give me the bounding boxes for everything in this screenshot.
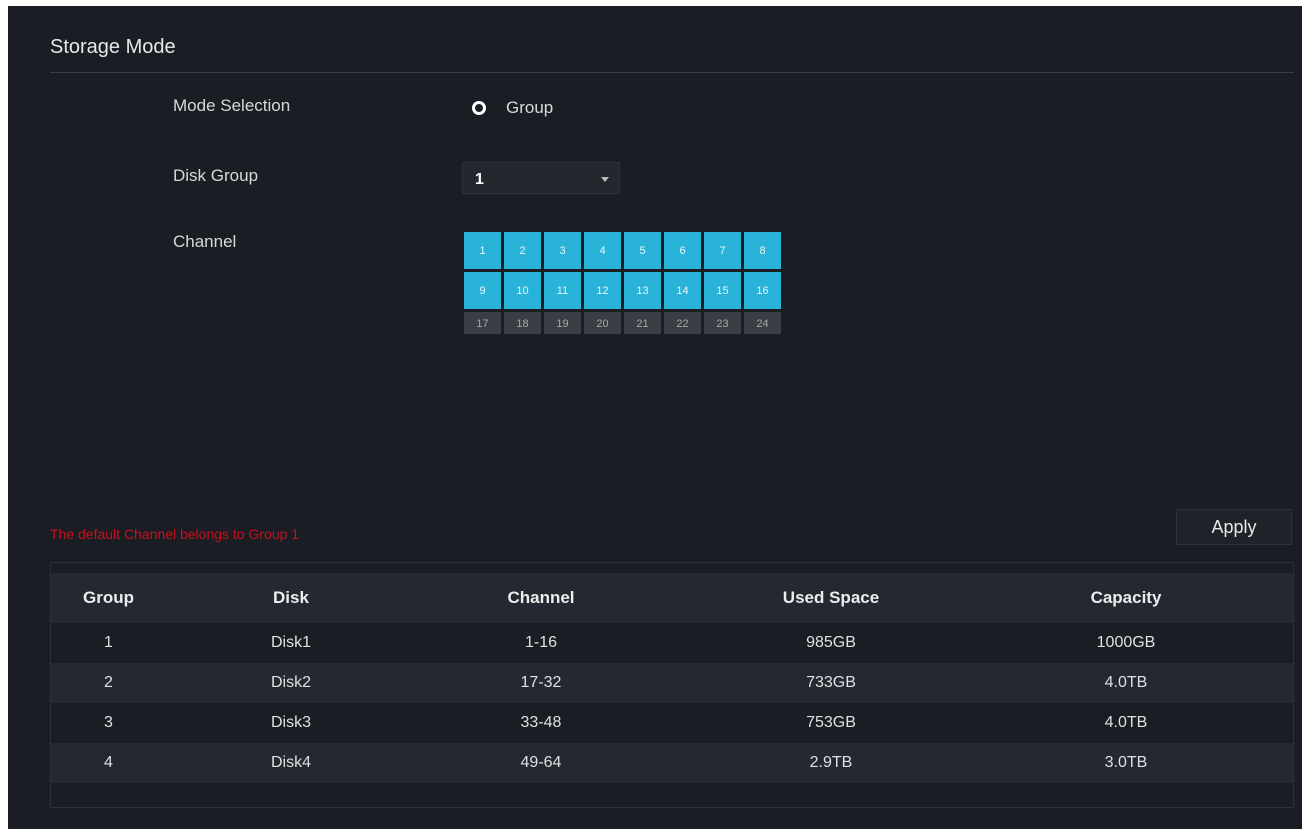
channel-cell-9[interactable]: 9 xyxy=(464,272,501,309)
channel-cell-10[interactable]: 10 xyxy=(504,272,541,309)
apply-button[interactable]: Apply xyxy=(1176,509,1292,545)
disk-group-value: 1 xyxy=(475,171,484,188)
channel-cell-8[interactable]: 8 xyxy=(744,232,781,269)
cell-disk: Disk3 xyxy=(270,714,311,731)
channel-label: Channel xyxy=(173,232,237,251)
cell-disk: Disk4 xyxy=(270,754,311,771)
channel-cell-17[interactable]: 17 xyxy=(464,312,501,334)
table-row[interactable]: 1 Disk1 1-16 985GB 1000GB xyxy=(51,623,1293,663)
channel-cell-13[interactable]: 13 xyxy=(624,272,661,309)
channel-cell-5[interactable]: 5 xyxy=(624,232,661,269)
group-radio-button[interactable] xyxy=(472,101,486,115)
disk-group-label: Disk Group xyxy=(173,166,259,185)
cell-channel: 1-16 xyxy=(524,634,558,651)
channel-cell-1[interactable]: 1 xyxy=(464,232,501,269)
cell-disk: Disk1 xyxy=(270,634,311,651)
cell-used-space: 753GB xyxy=(806,714,856,731)
channel-cell-23[interactable]: 23 xyxy=(704,312,741,334)
channel-cell-21[interactable]: 21 xyxy=(624,312,661,334)
cell-capacity: 4.0TB xyxy=(1104,674,1148,691)
group-radio-label: Group xyxy=(506,98,554,117)
header-channel: Channel xyxy=(507,588,575,607)
disk-group-select[interactable]: 1 xyxy=(462,162,620,194)
channel-cell-15[interactable]: 15 xyxy=(704,272,741,309)
header-group: Group xyxy=(83,588,134,607)
channel-grid-viewport[interactable]: 1 2 3 4 5 6 7 8 9 10 11 12 13 14 15 16 17 18 19 20 21 22 23 24 xyxy=(464,232,788,334)
cell-channel: 33-48 xyxy=(520,714,562,731)
default-channel-note: The default Channel belongs to Group 1 xyxy=(50,526,300,542)
chevron-down-icon xyxy=(601,177,609,182)
channel-grid: 1 2 3 4 5 6 7 8 9 10 11 12 13 14 15 16 17 18 19 20 21 22 23 24 xyxy=(464,232,788,334)
cell-channel: 17-32 xyxy=(520,674,562,691)
channel-cell-11[interactable]: 11 xyxy=(544,272,581,309)
channel-cell-3[interactable]: 3 xyxy=(544,232,581,269)
cell-disk: Disk2 xyxy=(270,674,311,691)
cell-capacity: 3.0TB xyxy=(1104,754,1148,771)
channel-cell-2[interactable]: 2 xyxy=(504,232,541,269)
cell-used-space: 2.9TB xyxy=(809,754,853,771)
table-row[interactable]: 4 Disk4 49-64 2.9TB 3.0TB xyxy=(51,743,1293,783)
header-capacity: Capacity xyxy=(1090,588,1162,607)
title-divider xyxy=(50,72,1294,73)
channel-cell-20[interactable]: 20 xyxy=(584,312,621,334)
channel-cell-14[interactable]: 14 xyxy=(664,272,701,309)
channel-cell-19[interactable]: 19 xyxy=(544,312,581,334)
mode-selection-label: Mode Selection xyxy=(173,96,291,115)
cell-group: 2 xyxy=(104,674,113,691)
cell-group: 1 xyxy=(104,634,113,651)
channel-cell-24[interactable]: 24 xyxy=(744,312,781,334)
page-title: Storage Mode xyxy=(50,36,176,58)
cell-group: 4 xyxy=(104,754,113,771)
group-radio-option[interactable]: Group xyxy=(472,98,553,118)
table-row[interactable]: 2 Disk2 17-32 733GB 4.0TB xyxy=(51,663,1293,703)
header-disk: Disk xyxy=(273,588,309,607)
channel-cell-4[interactable]: 4 xyxy=(584,232,621,269)
table-row[interactable]: 3 Disk3 33-48 753GB 4.0TB xyxy=(51,703,1293,743)
channel-cell-12[interactable]: 12 xyxy=(584,272,621,309)
cell-capacity: 4.0TB xyxy=(1104,714,1148,731)
storage-mode-panel: Storage Mode Mode Selection Group Disk G… xyxy=(8,6,1302,829)
cell-capacity: 1000GB xyxy=(1096,634,1156,651)
channel-cell-7[interactable]: 7 xyxy=(704,232,741,269)
disk-group-table: Group Disk Channel Used Space Capacity 1… xyxy=(50,562,1294,808)
table-header-row: Group Disk Channel Used Space Capacity xyxy=(51,573,1293,623)
cell-group: 3 xyxy=(104,714,113,731)
channel-cell-22[interactable]: 22 xyxy=(664,312,701,334)
channel-cell-6[interactable]: 6 xyxy=(664,232,701,269)
cell-used-space: 985GB xyxy=(806,634,856,651)
cell-used-space: 733GB xyxy=(806,674,856,691)
cell-channel: 49-64 xyxy=(520,754,562,771)
header-used-space: Used Space xyxy=(782,588,880,607)
channel-cell-16[interactable]: 16 xyxy=(744,272,781,309)
channel-cell-18[interactable]: 18 xyxy=(504,312,541,334)
